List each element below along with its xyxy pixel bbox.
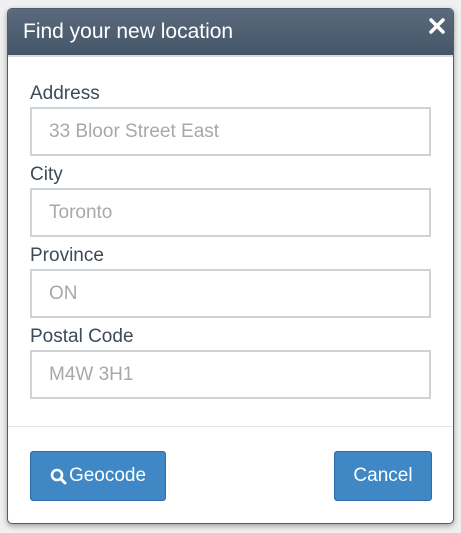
geocode-button[interactable]: Geocode (30, 451, 166, 501)
dialog-footer: Geocode Cancel (8, 426, 453, 523)
postal-code-group: Postal Code (30, 324, 431, 399)
cancel-button[interactable]: Cancel (334, 451, 432, 501)
postal-code-label: Postal Code (30, 326, 134, 347)
address-group: Address (30, 81, 431, 156)
address-label: Address (30, 83, 100, 104)
geocode-label: Geocode (68, 465, 147, 486)
province-label: Province (30, 245, 104, 266)
province-group: Province (30, 243, 431, 318)
dialog-body: Address City Province Postal Code (8, 57, 453, 399)
city-input[interactable] (30, 188, 431, 237)
postal-code-input[interactable] (30, 350, 431, 399)
address-input[interactable] (30, 107, 431, 156)
dialog-header: Find your new location (8, 9, 453, 57)
search-icon (50, 468, 67, 485)
cancel-label: Cancel (353, 465, 413, 486)
location-dialog: Find your new location Address City Prov… (7, 8, 454, 524)
close-icon[interactable] (428, 17, 446, 35)
dialog-title: Find your new location (23, 20, 234, 43)
city-label: City (30, 164, 63, 185)
province-input[interactable] (30, 269, 431, 318)
city-group: City (30, 162, 431, 237)
